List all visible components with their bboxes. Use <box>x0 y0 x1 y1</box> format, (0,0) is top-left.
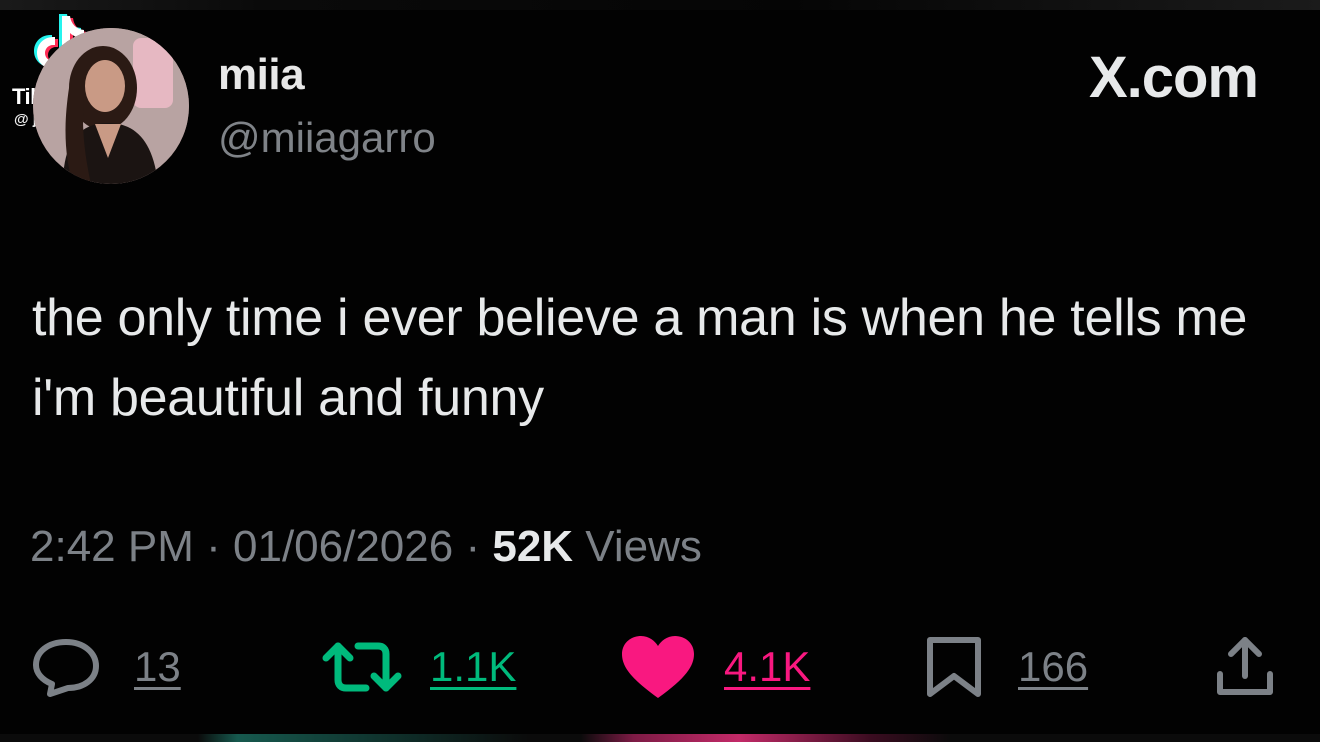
display-name[interactable]: miia <box>218 50 305 100</box>
reply-icon <box>33 639 99 697</box>
bookmark-icon <box>927 637 981 697</box>
retweet-button[interactable]: 1.1K <box>322 632 516 702</box>
retweet-icon <box>322 642 402 692</box>
avatar-image <box>33 28 189 184</box>
tweet-time[interactable]: 2:42 PM <box>30 522 194 571</box>
bottom-edge <box>0 734 1320 742</box>
share-button[interactable] <box>1212 632 1278 702</box>
share-icon <box>1217 637 1273 695</box>
like-button[interactable]: 4.1K <box>620 632 810 702</box>
tweet-date[interactable]: 01/06/2026 <box>233 522 453 571</box>
meta-separator: · <box>465 522 481 571</box>
username[interactable]: @miiagarro <box>218 114 436 162</box>
views-label: Views <box>585 522 702 571</box>
retweet-count: 1.1K <box>430 643 517 690</box>
heart-icon <box>622 636 694 698</box>
views-count: 52K <box>492 522 574 571</box>
like-count: 4.1K <box>724 643 811 690</box>
tweet-meta: 2:42 PM · 01/06/2026 · 52K Views <box>30 522 702 572</box>
meta-separator: · <box>206 522 221 571</box>
bookmark-button[interactable]: 166 <box>922 632 1088 702</box>
tweet-text: the only time i ever believe a man is wh… <box>32 289 1248 427</box>
avatar[interactable] <box>33 28 189 184</box>
top-edge <box>0 0 1320 10</box>
site-label: X.com <box>1088 45 1259 110</box>
reply-button[interactable]: 13 <box>30 632 181 702</box>
tweet-screenshot: TikTok @ jjlegh miia @miiagarro X.com th… <box>0 0 1320 742</box>
bookmark-count: 166 <box>1018 643 1089 690</box>
reply-count: 13 <box>134 643 181 690</box>
